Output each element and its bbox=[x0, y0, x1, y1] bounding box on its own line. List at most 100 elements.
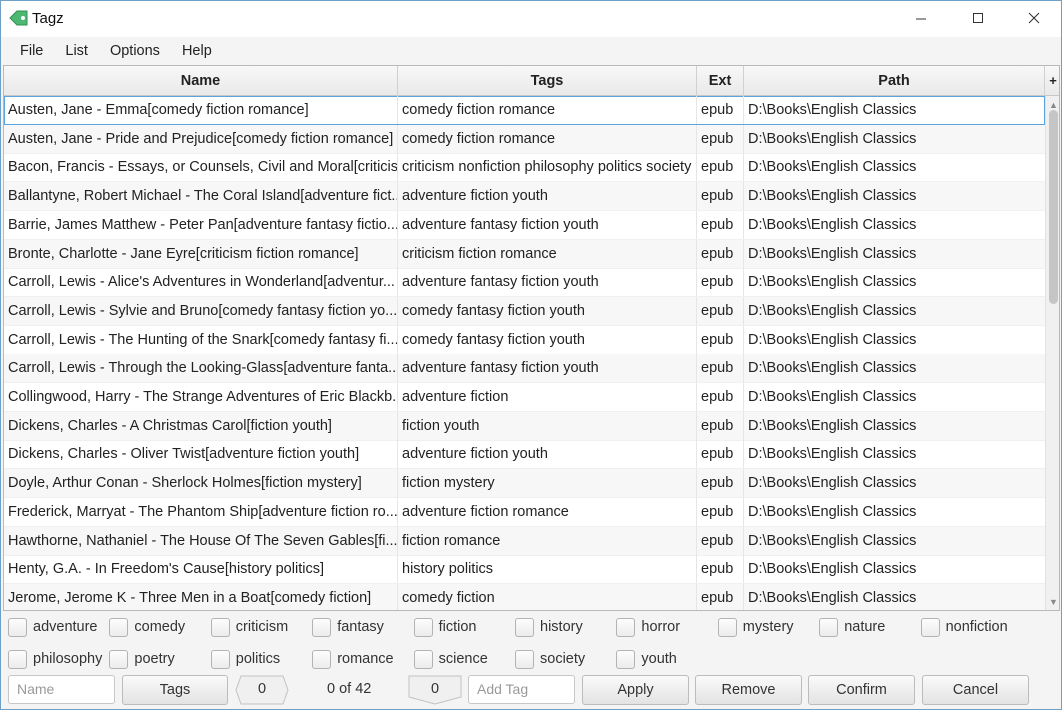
cell-tags[interactable]: criticism fiction romance bbox=[398, 239, 697, 268]
checkbox-box[interactable] bbox=[515, 617, 534, 637]
name-filter-input[interactable]: Name bbox=[8, 675, 115, 704]
cell-tags[interactable]: comedy fantasy fiction youth bbox=[398, 325, 697, 354]
table-row[interactable]: Ballantyne, Robert Michael - The Coral I… bbox=[4, 182, 1045, 212]
cell-ext[interactable]: epub bbox=[697, 325, 744, 354]
cell-name[interactable]: Jerome, Jerome K - Three Men in a Boat[c… bbox=[4, 583, 398, 610]
maximize-button[interactable] bbox=[955, 1, 1001, 35]
cell-name[interactable]: Henty, G.A. - In Freedom's Cause[history… bbox=[4, 555, 398, 584]
cell-name[interactable]: Dickens, Charles - A Christmas Carol[fic… bbox=[4, 411, 398, 440]
minimize-button[interactable] bbox=[898, 1, 944, 35]
left-counter[interactable]: 0 bbox=[235, 675, 289, 705]
cell-ext[interactable]: epub bbox=[697, 239, 744, 268]
cell-ext[interactable]: epub bbox=[697, 583, 744, 610]
cell-name[interactable]: Carroll, Lewis - Alice's Adventures in W… bbox=[4, 268, 398, 297]
cell-path[interactable]: D:\Books\English Classics bbox=[744, 469, 1045, 497]
cancel-button[interactable]: Cancel bbox=[922, 675, 1029, 705]
cell-tags[interactable]: comedy fiction romance bbox=[398, 96, 697, 124]
cell-name[interactable]: Frederick, Marryat - The Phantom Ship[ad… bbox=[4, 497, 398, 526]
cell-ext[interactable]: epub bbox=[697, 469, 744, 498]
column-menu-plus-icon[interactable]: + bbox=[1045, 66, 1059, 96]
cell-ext[interactable]: epub bbox=[697, 96, 744, 124]
cell-path[interactable]: D:\Books\English Classics bbox=[744, 326, 1045, 354]
cell-tags[interactable]: fiction youth bbox=[398, 411, 697, 440]
checkbox-box[interactable] bbox=[210, 617, 230, 637]
cell-tags[interactable]: adventure fantasy fiction youth bbox=[398, 354, 697, 383]
tag-checkbox-comedy[interactable]: comedy bbox=[109, 615, 185, 639]
tag-checkbox-horror[interactable]: horror bbox=[616, 615, 680, 639]
cell-tags[interactable]: adventure fiction youth bbox=[398, 182, 697, 211]
cell-ext[interactable]: epub bbox=[697, 526, 744, 555]
checkbox-box[interactable] bbox=[109, 649, 129, 669]
table-row[interactable]: Dickens, Charles - Oliver Twist[adventur… bbox=[4, 440, 1045, 470]
tag-checkbox-philosophy[interactable]: philosophy bbox=[8, 647, 102, 671]
tags-button[interactable]: Tags bbox=[122, 675, 228, 705]
cell-tags[interactable]: adventure fiction bbox=[398, 383, 697, 411]
checkbox-box[interactable] bbox=[413, 617, 433, 637]
checkbox-box[interactable] bbox=[616, 617, 636, 637]
checkbox-box[interactable] bbox=[8, 617, 27, 637]
cell-name[interactable]: Ballantyne, Robert Michael - The Coral I… bbox=[4, 182, 398, 211]
cell-tags[interactable]: history politics bbox=[398, 555, 697, 584]
table-row[interactable]: Jerome, Jerome K - Three Men in a Boat[c… bbox=[4, 583, 1045, 610]
cell-ext[interactable]: epub bbox=[697, 440, 744, 469]
cell-path[interactable]: D:\Books\English Classics bbox=[744, 240, 1045, 268]
table-row[interactable]: Frederick, Marryat - The Phantom Ship[ad… bbox=[4, 497, 1045, 527]
remove-button[interactable]: Remove bbox=[695, 675, 802, 705]
cell-name[interactable]: Barrie, James Matthew - Peter Pan[advent… bbox=[4, 210, 398, 239]
menu-list[interactable]: List bbox=[54, 37, 99, 65]
cell-ext[interactable]: epub bbox=[697, 555, 744, 584]
tag-checkbox-history[interactable]: history bbox=[515, 615, 583, 639]
cell-name[interactable]: Hawthorne, Nathaniel - The House Of The … bbox=[4, 526, 398, 555]
menu-help[interactable]: Help bbox=[171, 37, 223, 65]
cell-path[interactable]: D:\Books\English Classics bbox=[744, 153, 1045, 181]
tag-checkbox-society[interactable]: society bbox=[515, 647, 585, 671]
cell-tags[interactable]: comedy fiction romance bbox=[398, 124, 697, 153]
checkbox-box[interactable] bbox=[312, 649, 332, 669]
table-row[interactable]: Hawthorne, Nathaniel - The House Of The … bbox=[4, 526, 1045, 556]
confirm-button[interactable]: Confirm bbox=[808, 675, 915, 705]
cell-ext[interactable]: epub bbox=[697, 383, 744, 411]
cell-name[interactable]: Collingwood, Harry - The Strange Adventu… bbox=[4, 383, 398, 411]
cell-name[interactable]: Austen, Jane - Pride and Prejudice[comed… bbox=[4, 124, 398, 153]
table-row[interactable]: Austen, Jane - Emma[comedy fiction roman… bbox=[4, 96, 1045, 125]
menu-file[interactable]: File bbox=[9, 37, 54, 65]
right-counter[interactable]: 0 bbox=[408, 675, 462, 705]
scroll-up-icon[interactable]: ▲ bbox=[1049, 100, 1058, 110]
add-tag-input[interactable]: Add Tag bbox=[468, 675, 575, 704]
cell-tags[interactable]: criticism nonfiction philosophy politics… bbox=[398, 153, 697, 182]
checkbox-box[interactable] bbox=[413, 649, 433, 669]
column-header-tags[interactable]: Tags bbox=[398, 66, 697, 96]
checkbox-box[interactable] bbox=[8, 649, 27, 669]
cell-name[interactable]: Bacon, Francis - Essays, or Counsels, Ci… bbox=[4, 153, 398, 182]
cell-ext[interactable]: epub bbox=[697, 153, 744, 182]
cell-ext[interactable]: epub bbox=[697, 411, 744, 440]
tag-checkbox-politics[interactable]: politics bbox=[210, 647, 280, 671]
cell-ext[interactable]: epub bbox=[697, 497, 744, 526]
cell-tags[interactable]: fiction romance bbox=[398, 526, 697, 555]
cell-name[interactable]: Carroll, Lewis - The Hunting of the Snar… bbox=[4, 325, 398, 354]
checkbox-box[interactable] bbox=[920, 617, 940, 637]
cell-name[interactable]: Bronte, Charlotte - Jane Eyre[criticism … bbox=[4, 239, 398, 268]
checkbox-box[interactable] bbox=[717, 617, 737, 637]
cell-name[interactable]: Doyle, Arthur Conan - Sherlock Holmes[fi… bbox=[4, 469, 398, 498]
cell-ext[interactable]: epub bbox=[697, 268, 744, 297]
tag-checkbox-mystery[interactable]: mystery bbox=[717, 615, 794, 639]
tag-checkbox-fantasy[interactable]: fantasy bbox=[312, 615, 384, 639]
close-button[interactable] bbox=[1011, 1, 1057, 35]
column-header-ext[interactable]: Ext bbox=[697, 66, 744, 96]
tag-checkbox-science[interactable]: science bbox=[413, 647, 488, 671]
cell-tags[interactable]: fiction mystery bbox=[398, 469, 697, 498]
cell-path[interactable]: D:\Books\English Classics bbox=[744, 125, 1045, 153]
cell-path[interactable]: D:\Books\English Classics bbox=[744, 527, 1045, 555]
scrollbar-thumb[interactable] bbox=[1049, 110, 1058, 304]
cell-ext[interactable]: epub bbox=[697, 354, 744, 383]
checkbox-box[interactable] bbox=[515, 649, 534, 669]
table-row[interactable]: Carroll, Lewis - Sylvie and Bruno[comedy… bbox=[4, 296, 1045, 326]
table-row[interactable]: Carroll, Lewis - Alice's Adventures in W… bbox=[4, 268, 1045, 298]
tag-checkbox-youth[interactable]: youth bbox=[616, 647, 677, 671]
checkbox-box[interactable] bbox=[819, 617, 839, 637]
tag-checkbox-poetry[interactable]: poetry bbox=[109, 647, 175, 671]
apply-button[interactable]: Apply bbox=[582, 675, 689, 705]
cell-path[interactable]: D:\Books\English Classics bbox=[744, 354, 1045, 382]
cell-ext[interactable]: epub bbox=[697, 210, 744, 239]
